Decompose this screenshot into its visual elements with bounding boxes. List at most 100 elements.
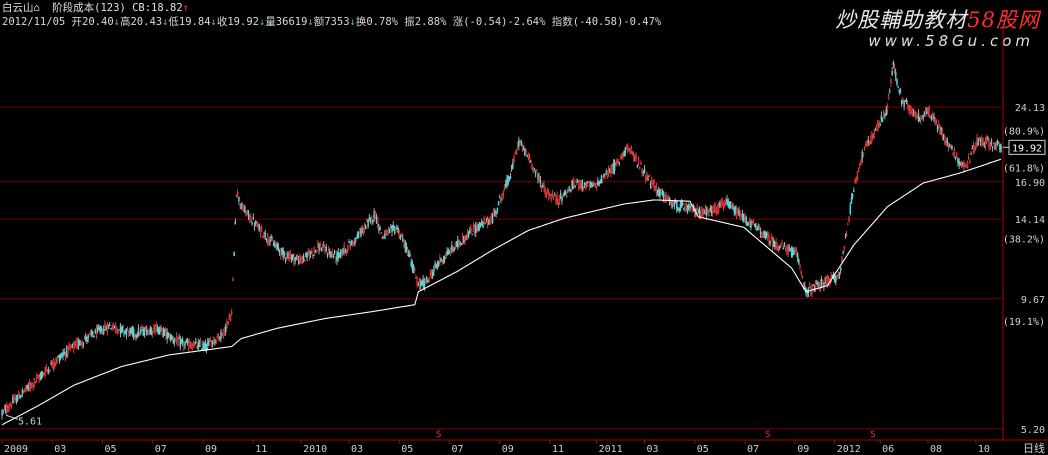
candle-body[interactable] [379, 227, 381, 230]
candle-body[interactable] [56, 359, 58, 362]
candle-body[interactable] [264, 232, 267, 238]
candle-body[interactable] [367, 219, 369, 227]
candle-body[interactable] [315, 249, 318, 253]
candle-body[interactable] [429, 272, 432, 275]
candle-body[interactable] [144, 327, 147, 330]
candle-body[interactable] [508, 178, 511, 180]
candle-body[interactable] [991, 146, 994, 149]
candle-body[interactable] [327, 249, 330, 255]
candle-body[interactable] [934, 119, 936, 125]
candle-body[interactable] [481, 221, 483, 224]
candle-body[interactable] [311, 250, 313, 253]
candle-body[interactable] [563, 191, 566, 196]
candle-body[interactable] [615, 161, 617, 164]
candle-body[interactable] [360, 231, 362, 237]
candle-body[interactable] [247, 210, 250, 217]
candle-body[interactable] [169, 334, 172, 340]
candle-body[interactable] [789, 248, 792, 250]
candle-body[interactable] [313, 246, 316, 252]
candle-body[interactable] [798, 259, 800, 264]
candle-body[interactable] [796, 253, 799, 259]
candle-body[interactable] [193, 341, 196, 344]
candle-body[interactable] [758, 226, 761, 229]
candle-body[interactable] [611, 165, 613, 173]
candle-body[interactable] [363, 224, 366, 230]
candle-body[interactable] [68, 345, 70, 349]
candle-body[interactable] [345, 251, 348, 253]
candle-body[interactable] [79, 339, 81, 346]
candle-body[interactable] [403, 239, 405, 247]
candle-body[interactable] [440, 257, 442, 262]
candle-body[interactable] [709, 207, 712, 210]
candle-body[interactable] [469, 229, 471, 234]
candle-body[interactable] [165, 329, 167, 337]
candle-body[interactable] [1, 411, 3, 416]
candle-body[interactable] [874, 128, 877, 131]
candle-body[interactable] [899, 90, 902, 92]
candle-body[interactable] [184, 342, 186, 346]
candle-body[interactable] [39, 374, 42, 377]
event-marker[interactable]: S [870, 430, 875, 440]
candle-body[interactable] [833, 276, 836, 283]
candle-body[interactable] [670, 202, 672, 206]
candle-body[interactable] [195, 341, 197, 344]
candle-body[interactable] [287, 254, 289, 256]
candle-body[interactable] [622, 154, 624, 156]
candle-body[interactable] [180, 340, 183, 343]
candle-body[interactable] [434, 263, 436, 266]
candle-body[interactable] [842, 252, 844, 254]
candle-body[interactable] [152, 332, 154, 334]
candle-body[interactable] [385, 229, 387, 232]
candle-body[interactable] [252, 217, 255, 220]
candle-body[interactable] [607, 169, 610, 174]
candle-body[interactable] [270, 236, 272, 239]
candle-body[interactable] [746, 224, 749, 226]
candle-body[interactable] [494, 210, 496, 214]
candle-body[interactable] [112, 322, 115, 328]
candle-body[interactable] [671, 204, 673, 209]
candle-body[interactable] [414, 269, 416, 272]
candle-body[interactable] [150, 328, 153, 335]
candle-body[interactable] [223, 326, 226, 335]
candle-body[interactable] [683, 207, 685, 210]
candle-body[interactable] [274, 243, 276, 248]
candle-body[interactable] [245, 212, 247, 217]
candle-body[interactable] [342, 248, 344, 254]
candle-body[interactable] [700, 214, 702, 216]
candle-body[interactable] [125, 330, 128, 336]
candle-body[interactable] [900, 99, 903, 104]
candle-body[interactable] [764, 232, 767, 239]
candle-body[interactable] [720, 200, 722, 208]
candle-body[interactable] [879, 124, 881, 127]
candle-body[interactable] [400, 233, 403, 237]
candle-body[interactable] [258, 224, 261, 232]
candle-body[interactable] [965, 166, 968, 168]
candle-body[interactable] [459, 242, 462, 244]
candle-body[interactable] [408, 253, 410, 257]
candle-body[interactable] [519, 141, 521, 144]
candle-body[interactable] [995, 141, 998, 148]
candle-body[interactable] [476, 224, 478, 229]
candle-body[interactable] [217, 335, 220, 340]
candle-body[interactable] [977, 139, 980, 146]
candle-body[interactable] [513, 155, 515, 163]
candle-body[interactable] [149, 329, 152, 335]
candle-body[interactable] [50, 362, 52, 365]
candle-body[interactable] [836, 275, 838, 277]
candle-body[interactable] [711, 207, 714, 213]
candle-body[interactable] [214, 340, 216, 343]
candle-body[interactable] [375, 216, 378, 223]
candle-body[interactable] [397, 227, 399, 232]
candle-body[interactable] [260, 227, 263, 231]
candle-body[interactable] [686, 206, 689, 213]
candle-body[interactable] [685, 206, 688, 208]
candle-body[interactable] [390, 226, 392, 229]
candle-body[interactable] [19, 397, 21, 400]
candle-body[interactable] [831, 275, 834, 277]
candle-body[interactable] [442, 259, 445, 262]
candle-body[interactable] [457, 239, 459, 246]
candle-body[interactable] [855, 177, 858, 182]
candle-body[interactable] [768, 235, 770, 244]
candle-body[interactable] [573, 180, 575, 187]
candle-body[interactable] [812, 284, 814, 286]
